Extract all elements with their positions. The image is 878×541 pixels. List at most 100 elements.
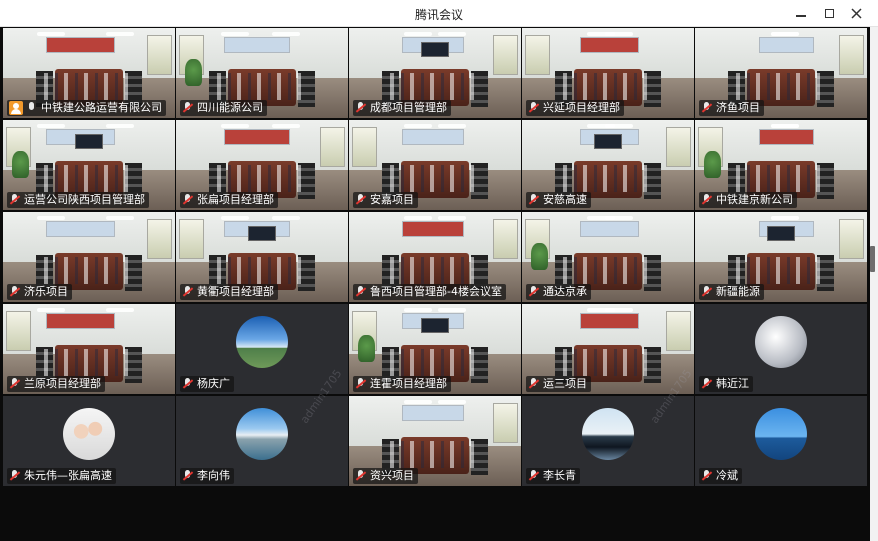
participant-label: 兰原项目经理部 xyxy=(7,376,105,392)
participant-name: 四川能源公司 xyxy=(197,101,263,114)
participant-name: 连霍项目经理部 xyxy=(370,377,447,390)
participant-name: 安慈高速 xyxy=(543,193,587,206)
microphone-muted-icon xyxy=(701,286,713,298)
participant-tile[interactable]: 鲁西项目管理部-4楼会议室 xyxy=(349,212,521,302)
participant-tile[interactable]: 运营公司陕西项目管理部 xyxy=(3,120,175,210)
microphone-muted-icon xyxy=(182,286,194,298)
microphone-muted-icon xyxy=(355,286,367,298)
participant-label: 杨庆广 xyxy=(180,376,234,392)
minimize-button[interactable] xyxy=(790,4,812,22)
microphone-muted-icon xyxy=(701,102,713,114)
participant-name: 鲁西项目管理部-4楼会议室 xyxy=(370,285,502,298)
participant-label: 四川能源公司 xyxy=(180,100,267,116)
mountain-icon xyxy=(236,407,288,460)
participant-label: 李长青 xyxy=(526,468,580,484)
microphone-muted-icon xyxy=(528,194,540,206)
participant-name: 朱元伟—张扁高速 xyxy=(24,469,112,482)
maximize-icon xyxy=(824,8,834,18)
participant-name: 安嘉项目 xyxy=(370,193,414,206)
participant-label: 兴延项目经理部 xyxy=(526,100,624,116)
participant-name: 中铁建公路运营有限公司 xyxy=(41,101,162,114)
participant-label: 济乐项目 xyxy=(7,284,72,300)
participant-tile[interactable]: 兴延项目经理部 xyxy=(522,28,694,118)
close-button[interactable] xyxy=(845,4,867,22)
participant-label: 安慈高速 xyxy=(526,192,591,208)
participant-name: 兰原项目经理部 xyxy=(24,377,101,390)
participant-tile[interactable]: 张扁项目经理部 xyxy=(176,120,348,210)
participant-name: 张扁项目经理部 xyxy=(197,193,274,206)
participant-tile[interactable]: 朱元伟—张扁高速 xyxy=(3,396,175,486)
participant-tile[interactable]: 成都项目管理部 xyxy=(349,28,521,118)
participant-name: 杨庆广 xyxy=(197,377,230,390)
participant-name: 中铁建京新公司 xyxy=(716,193,793,206)
participant-tile[interactable]: 黄衢项目经理部 xyxy=(176,212,348,302)
microphone-muted-icon xyxy=(528,470,540,482)
participant-tile[interactable]: 中铁建公路运营有限公司 xyxy=(3,28,175,118)
participant-tile[interactable]: 济乐项目 xyxy=(3,212,175,302)
microphone-muted-icon xyxy=(355,194,367,206)
microphone-muted-icon xyxy=(9,194,21,206)
participant-label: 运营公司陕西项目管理部 xyxy=(7,192,149,208)
participant-label: 李向伟 xyxy=(180,468,234,484)
participant-name: 资兴项目 xyxy=(370,469,414,482)
participant-name: 李向伟 xyxy=(197,469,230,482)
participant-tile[interactable]: 安嘉项目 xyxy=(349,120,521,210)
microphone-muted-icon xyxy=(701,194,713,206)
participant-name: 新疆能源 xyxy=(716,285,760,298)
participant-label: 鲁西项目管理部-4楼会议室 xyxy=(353,284,506,300)
participant-tile[interactable]: 中铁建京新公司 xyxy=(695,120,867,210)
sea-icon xyxy=(755,407,807,460)
participant-tile[interactable]: 资兴项目 xyxy=(349,396,521,486)
participant-label: 通达京承 xyxy=(526,284,591,300)
panel-expand-handle[interactable] xyxy=(870,246,875,272)
participant-tile[interactable]: 李向伟 xyxy=(176,396,348,486)
microphone-muted-icon xyxy=(528,102,540,114)
participant-tile[interactable]: 安慈高速 xyxy=(522,120,694,210)
participant-name: 通达京承 xyxy=(543,285,587,298)
participant-tile[interactable]: 济鱼项目 xyxy=(695,28,867,118)
participant-name: 运营公司陕西项目管理部 xyxy=(24,193,145,206)
participant-label: 朱元伟—张扁高速 xyxy=(7,468,116,484)
participant-label: 中铁建京新公司 xyxy=(699,192,797,208)
sky-icon xyxy=(236,315,288,368)
maximize-button[interactable] xyxy=(818,4,840,22)
participant-label: 济鱼项目 xyxy=(699,100,764,116)
microphone-muted-icon xyxy=(701,378,713,390)
microphone-muted-icon xyxy=(528,378,540,390)
microphone-muted-icon xyxy=(9,378,21,390)
participant-tile[interactable]: 李长青 xyxy=(522,396,694,486)
microphone-muted-icon xyxy=(355,102,367,114)
title-bar: 腾讯会议 xyxy=(0,0,878,27)
participant-name: 运三项目 xyxy=(543,377,587,390)
participant-tile[interactable]: 新疆能源 xyxy=(695,212,867,302)
participant-label: 安嘉项目 xyxy=(353,192,418,208)
host-user-icon xyxy=(9,101,23,115)
participant-tile[interactable]: 杨庆广 xyxy=(176,304,348,394)
participant-tile[interactable]: 韩近江 xyxy=(695,304,867,394)
participant-name: 兴延项目经理部 xyxy=(543,101,620,114)
rocks-icon xyxy=(582,407,634,460)
window-title: 腾讯会议 xyxy=(414,8,463,22)
close-icon xyxy=(850,7,862,19)
participant-label: 冷斌 xyxy=(699,468,742,484)
participant-tile[interactable]: 连霍项目经理部 xyxy=(349,304,521,394)
microphone-muted-icon xyxy=(182,194,194,206)
participant-name: 冷斌 xyxy=(716,469,738,482)
microphone-muted-icon xyxy=(9,470,21,482)
participant-name: 济乐项目 xyxy=(24,285,68,298)
participant-name: 韩近江 xyxy=(716,377,749,390)
participant-name: 济鱼项目 xyxy=(716,101,760,114)
participant-tile[interactable]: 兰原项目经理部 xyxy=(3,304,175,394)
participant-name: 李长青 xyxy=(543,469,576,482)
microphone-muted-icon xyxy=(182,470,194,482)
participant-tile[interactable]: 四川能源公司 xyxy=(176,28,348,118)
microphone-icon xyxy=(26,102,38,114)
microphone-muted-icon xyxy=(355,470,367,482)
participant-label: 张扁项目经理部 xyxy=(180,192,278,208)
microphone-muted-icon xyxy=(182,102,194,114)
participant-tile[interactable]: 冷斌 xyxy=(695,396,867,486)
participant-tile[interactable]: 运三项目 xyxy=(522,304,694,394)
microphone-muted-icon xyxy=(182,378,194,390)
participant-tile[interactable]: 通达京承 xyxy=(522,212,694,302)
participant-name: 黄衢项目经理部 xyxy=(197,285,274,298)
